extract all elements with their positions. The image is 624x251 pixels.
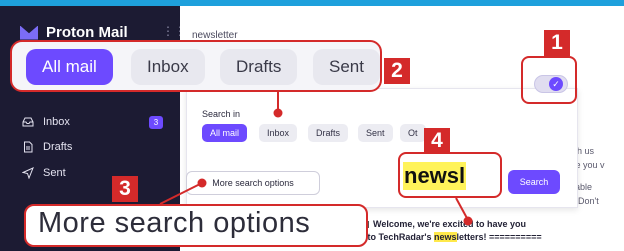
zoom-tab-drafts[interactable]: Drafts: [220, 49, 298, 85]
sent-icon: [22, 167, 34, 179]
app-name: Proton Mail: [46, 24, 128, 41]
search-button[interactable]: Search: [508, 170, 560, 194]
app-logo[interactable]: Proton Mail: [20, 24, 128, 41]
message-subject: Welcome, we're excited to have you: [373, 219, 527, 229]
message-excerpt-pre: ...to TechRadar's: [360, 232, 434, 242]
scope-all-mail[interactable]: All mail: [202, 124, 248, 142]
sidebar-item-label: Inbox: [43, 116, 70, 128]
proton-logo-icon: [20, 25, 38, 40]
zoom-search-text: newsl: [403, 162, 467, 190]
callout-badge-4: 4: [424, 128, 450, 154]
callout-badge-3: 3: [112, 176, 138, 202]
search-in-label: Search in: [202, 109, 241, 119]
sidebar-item-inbox[interactable]: Inbox: [22, 116, 70, 128]
check-icon: ✓: [549, 77, 563, 91]
callout-badge-2: 2: [384, 58, 410, 84]
scope-sent[interactable]: Sent: [358, 124, 393, 142]
drafts-icon: [22, 141, 34, 153]
callout-badge-1: 1: [544, 30, 570, 56]
scope-inbox[interactable]: Inbox: [259, 124, 298, 142]
sidebar-item-sent[interactable]: Sent: [22, 167, 66, 179]
message-preview[interactable]: Welcome, we're excited to have you ...to…: [360, 218, 624, 244]
inbox-unread-count: 3: [149, 116, 163, 129]
scope-drafts[interactable]: Drafts: [308, 124, 349, 142]
zoom-tab-inbox[interactable]: Inbox: [131, 49, 205, 85]
sidebar-item-label: Sent: [43, 167, 66, 179]
zoom-tab-all-mail[interactable]: All mail: [26, 49, 113, 85]
inbox-icon: [22, 116, 34, 128]
sidebar-item-label: Drafts: [43, 141, 73, 153]
more-search-options-button[interactable]: More search options: [186, 171, 320, 195]
message-excerpt-post: letters! ==========: [456, 232, 542, 242]
scope-other[interactable]: Ot: [400, 124, 426, 142]
search-highlight: news: [434, 232, 457, 242]
zoom-tab-sent[interactable]: Sent: [313, 49, 380, 85]
zoom-more-options-text: More search options: [38, 207, 311, 239]
sidebar-item-drafts[interactable]: Drafts: [22, 141, 72, 153]
